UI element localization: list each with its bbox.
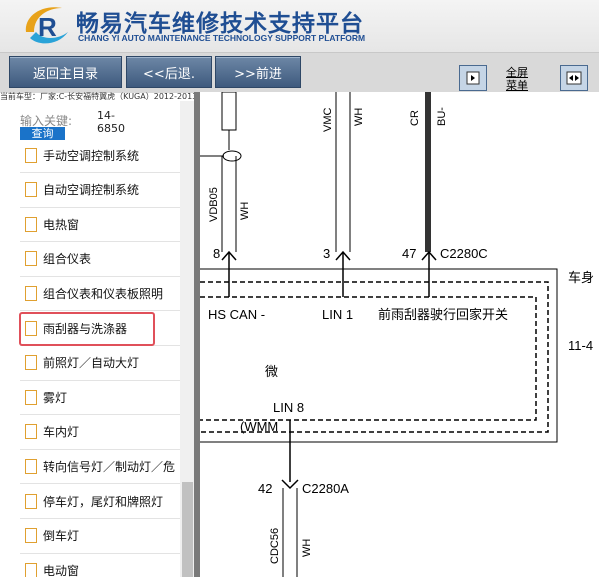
- collapse-left-button[interactable]: [459, 65, 487, 91]
- document-icon: [25, 493, 37, 509]
- wire-bu: BU-: [436, 107, 448, 126]
- wire-cdc56: CDC56: [269, 528, 281, 564]
- caret-right-icon: [466, 71, 480, 85]
- document-icon: [25, 562, 37, 577]
- sidebar-item[interactable]: 转向信号灯／制动灯／危: [20, 449, 180, 485]
- app-header: R 畅易汽车维修技术支持平台 CHANG YI AUTO MAINTENANCE…: [0, 0, 599, 52]
- forward-button[interactable]: >>前进: [215, 56, 301, 88]
- pin-8: 8: [213, 246, 220, 261]
- sidebar-item[interactable]: 前照灯／自动大灯: [20, 346, 180, 381]
- sidebar-item[interactable]: 车内灯: [20, 415, 180, 450]
- sidebar-item-label: 转向信号灯／制动灯／危: [43, 459, 176, 474]
- sidebar-item[interactable]: 自动空调控制系统: [20, 173, 180, 208]
- expand-button[interactable]: [560, 65, 588, 91]
- pin-3: 3: [323, 246, 330, 261]
- wire-code-vdb05: VDB05: [208, 187, 220, 222]
- brand-subtitle: CHANG YI AUTO MAINTENANCE TECHNOLOGY SUP…: [78, 33, 366, 43]
- document-icon: [25, 424, 37, 440]
- sidebar-item[interactable]: 雾灯: [20, 380, 180, 416]
- back-button[interactable]: <<后退.: [126, 56, 212, 88]
- scrollbar-thumb[interactable]: [182, 482, 193, 577]
- document-icon: [25, 182, 37, 198]
- connector-c2280c: C2280C: [440, 246, 488, 261]
- sidebar-item[interactable]: 组合仪表和仪表板照明: [20, 276, 180, 312]
- svg-text:R: R: [38, 12, 57, 42]
- wiring-diagram-svg: VDB05 WH VMC WH CR BU- 8 3 47 C2280C 车身 …: [200, 91, 594, 577]
- document-icon: [25, 147, 37, 163]
- home-button[interactable]: 返回主目录: [9, 56, 122, 88]
- wmm-label: (WMM: [240, 419, 278, 434]
- sidebar-item-label: 电热窗: [43, 217, 80, 232]
- sidebar-item[interactable]: 组合仪表: [20, 242, 180, 277]
- logo-icon: R: [25, 7, 68, 44]
- wire-color-bottom: WH: [301, 539, 313, 557]
- sidebar-item-label: 手动空调控制系统: [43, 148, 140, 163]
- wire-wh: WH: [353, 108, 365, 126]
- sidebar-item[interactable]: 倒车灯: [20, 519, 180, 554]
- highlight-box: [19, 312, 155, 346]
- sidebar-item-label: 组合仪表: [43, 252, 92, 267]
- wire-cr: CR: [409, 110, 421, 126]
- sidebar-item-label: 自动空调控制系统: [43, 183, 140, 198]
- keyword-input[interactable]: 14-6850: [97, 109, 127, 135]
- wire-vmc: VMC: [322, 108, 334, 133]
- wiring-diagram: VDB05 WH VMC WH CR BU- 8 3 47 C2280C 车身 …: [200, 91, 599, 577]
- document-icon: [25, 251, 37, 267]
- sidebar-item-label: 组合仪表和仪表板照明: [43, 286, 164, 301]
- wire-color-left: WH: [239, 202, 251, 220]
- document-icon: [25, 389, 37, 405]
- sidebar-item[interactable]: 停车灯，尾灯和牌照灯: [20, 484, 180, 519]
- sidebar-item[interactable]: 手动空调控制系统: [20, 138, 180, 173]
- connector-c2280a: C2280A: [302, 481, 349, 496]
- sidebar-item-label: 雾灯: [43, 390, 68, 405]
- module-char: 微: [265, 364, 278, 379]
- sidebar-item[interactable]: 电热窗: [20, 207, 180, 243]
- document-icon: [25, 355, 37, 371]
- lin8-label: LIN 8: [273, 400, 304, 415]
- toolbar: 返回主目录 <<后退. >>前进 全屏 菜单: [0, 52, 599, 93]
- sidebar-item-label: 停车灯，尾灯和牌照灯: [43, 494, 164, 509]
- document-icon: [25, 458, 37, 474]
- signal-hs-can: HS CAN -: [208, 307, 265, 322]
- body-module-label: 车身: [568, 270, 594, 285]
- document-icon: [25, 216, 37, 232]
- document-icon: [25, 528, 37, 544]
- document-icon: [25, 285, 37, 301]
- ref-11-4: 11-4: [568, 338, 593, 353]
- pin-47: 47: [402, 246, 416, 261]
- fullscreen-menu-link[interactable]: 全屏 菜单: [506, 66, 528, 92]
- sidebar-item-label: 车内灯: [43, 425, 80, 440]
- pin-42: 42: [258, 481, 272, 496]
- sidebar-item-label: 电动窗: [43, 563, 80, 577]
- signal-wiper-switch: 前雨刮器驶行回家开关: [378, 307, 508, 322]
- sidebar-item-label: 倒车灯: [43, 529, 80, 544]
- expand-arrows-icon: [566, 71, 582, 85]
- sidebar-item-label: 前照灯／自动大灯: [43, 356, 140, 371]
- sidebar-item[interactable]: 电动窗: [20, 553, 180, 577]
- signal-lin1: LIN 1: [322, 307, 353, 322]
